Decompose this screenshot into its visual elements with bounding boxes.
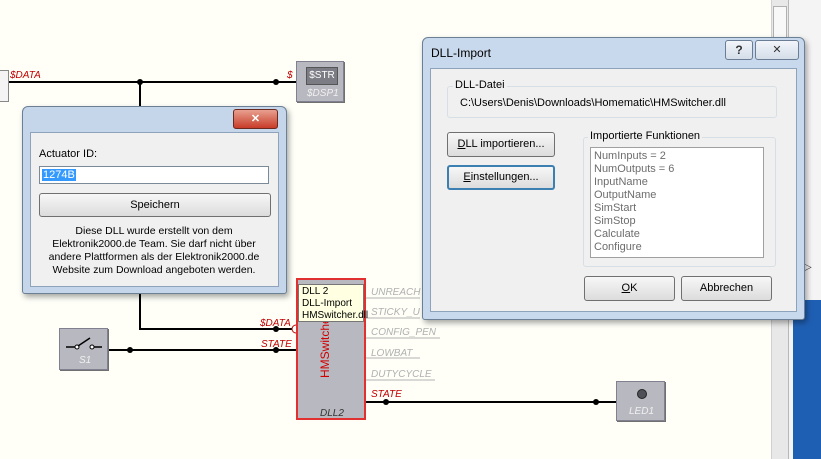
pin-label-sticky: STICKY_U <box>371 307 420 318</box>
tooltip-line-1: DLL 2 <box>302 286 329 297</box>
function-item: NumInputs = 2 <box>594 150 666 162</box>
dll-import-button[interactable]: DLL importieren... <box>447 132 555 157</box>
actuator-dialog: ✕ Actuator ID: 1274B Speichern Diese DLL… <box>22 106 287 294</box>
save-button[interactable]: Speichern <box>39 193 271 217</box>
tooltip-line-3: HMSwitcher.dll <box>302 310 369 321</box>
function-item: SimStart <box>594 202 637 214</box>
ok-button[interactable]: OK <box>584 276 675 301</box>
pin-label-unreach: UNREACH <box>371 287 421 298</box>
ok-button-label: OK <box>621 282 638 294</box>
functions-group-title: Importierte Funktionen <box>588 130 703 142</box>
pin-label-dutycycle: DUTYCYCLE <box>371 369 432 380</box>
display-text: $STR <box>309 70 335 81</box>
dll-name: DLL2 <box>320 408 344 419</box>
function-item: Calculate <box>594 228 640 240</box>
actuator-label: Actuator ID: <box>39 148 98 160</box>
actuator-input-value: 1274B <box>42 169 76 181</box>
pin-label-lowbat: LOWBAT <box>371 348 413 359</box>
settings-button[interactable]: Einstellungen... <box>447 165 555 190</box>
dll-title: HMSwitcher <box>318 313 332 378</box>
pin-label-state-out: STATE <box>371 389 402 400</box>
help-button[interactable]: ? <box>725 40 753 60</box>
switch-component[interactable]: S1 <box>59 328 108 370</box>
partial-component-left[interactable] <box>0 70 9 102</box>
function-item: InputName <box>594 176 648 188</box>
pin-label-dollar: $ <box>287 70 293 81</box>
function-item: SimStop <box>594 215 636 227</box>
function-item: NumOutputs = 6 <box>594 163 675 175</box>
settings-button-label: Einstellungen... <box>463 171 539 183</box>
functions-list[interactable]: NumInputs = 2 NumOutputs = 6 InputName O… <box>590 147 764 258</box>
led-component[interactable]: LED1 <box>616 381 665 421</box>
pin-label-state-in: STATE <box>261 339 292 350</box>
actuator-client: Actuator ID: 1274B Speichern Diese DLL w… <box>30 132 279 287</box>
function-item: Configure <box>594 241 642 253</box>
pin-label-config-pen: CONFIG_PEN <box>371 327 437 338</box>
led-name: LED1 <box>629 406 655 417</box>
display-name: $DSP1 <box>307 88 339 99</box>
actuator-input[interactable]: 1274B <box>39 166 269 184</box>
actuator-close-button[interactable]: ✕ <box>233 109 278 129</box>
pin-label-data-in: $DATA <box>260 318 291 329</box>
dll-close-button[interactable]: ✕ <box>755 40 799 60</box>
close-icon: ✕ <box>250 113 261 125</box>
cancel-button[interactable]: Abbrechen <box>681 276 772 301</box>
component-tooltip: DLL 2 DLL-Import HMSwitcher.dll <box>298 284 369 322</box>
display-component[interactable]: $STR $DSP1 <box>296 61 344 102</box>
dll-dialog-title: DLL-Import <box>431 46 492 60</box>
cancel-button-label: Abbrechen <box>699 282 754 294</box>
led-icon <box>637 389 647 399</box>
display-screen: $STR <box>306 67 338 85</box>
dll-file-group-title: DLL-Datei <box>453 79 507 91</box>
tooltip-line-2: DLL-Import <box>302 298 353 309</box>
switch-name: S1 <box>79 355 92 366</box>
dll-dialog-client: DLL-Datei C:\Users\Denis\Downloads\Homem… <box>430 68 797 312</box>
dll-import-dialog: DLL-Import ? ✕ DLL-Datei C:\Users\Denis\… <box>422 37 805 320</box>
actuator-info: Diese DLL wurde erstellt von dem Elektro… <box>48 225 260 276</box>
switch-icon <box>66 337 102 350</box>
help-icon: ? <box>735 43 743 57</box>
dll-import-button-label: DLL importieren... <box>457 138 545 150</box>
function-item: OutputName <box>594 189 657 201</box>
pin-label-data-top: $DATA <box>10 70 41 81</box>
close-icon: ✕ <box>772 44 782 56</box>
side-panel-blue <box>793 300 821 459</box>
dll-file-path: C:\Users\Denis\Downloads\Homematic\HMSwi… <box>460 97 726 109</box>
side-panel-arrow-icon: ▷ <box>804 262 812 273</box>
